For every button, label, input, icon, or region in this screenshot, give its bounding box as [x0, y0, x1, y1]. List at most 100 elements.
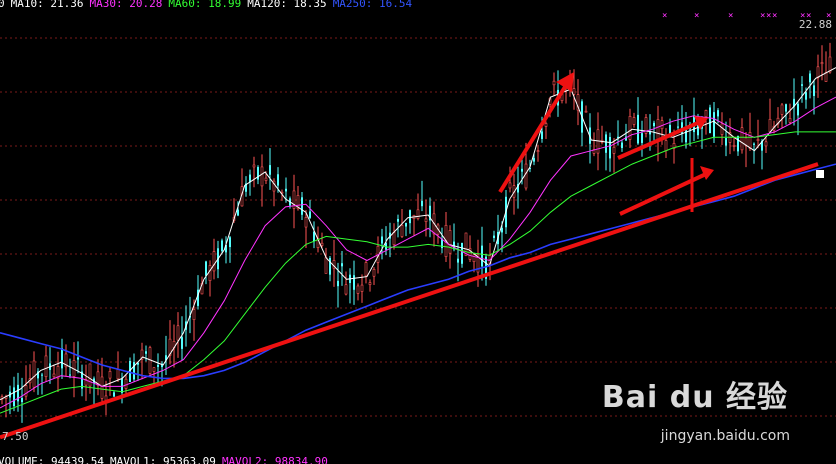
candle-body — [41, 374, 43, 376]
candle-body — [664, 140, 668, 152]
candle-body — [797, 103, 799, 116]
candle-body — [572, 88, 576, 95]
candle-body — [157, 364, 159, 367]
candle-body — [637, 114, 639, 144]
candle-body — [392, 231, 396, 246]
candle-body — [104, 395, 108, 401]
legend-ma120: MA120: 18.35 — [247, 0, 327, 10]
candle-body — [176, 325, 180, 341]
candle-body — [809, 73, 811, 83]
candle-body — [828, 56, 832, 73]
legend-prefix: 0 — [0, 0, 5, 10]
candle-body — [584, 110, 588, 113]
candle-body — [764, 141, 768, 147]
legend-ma250: MA250: 16.54 — [332, 0, 413, 10]
candle-body — [32, 360, 36, 388]
candle-body — [609, 136, 611, 159]
candle-body — [493, 235, 495, 239]
candle-body — [324, 257, 328, 274]
candle-body — [69, 374, 71, 376]
candle-body — [725, 138, 727, 146]
stock-chart: × × × × × × × × × 0 MA10: 21.36 MA30: 20.28 MA60: 1… — [0, 0, 836, 464]
candle-body — [785, 104, 787, 112]
event-marker: × — [760, 11, 765, 21]
candle-body — [632, 117, 636, 125]
candle-body — [457, 258, 459, 263]
candle-body — [77, 357, 79, 360]
candle-body — [192, 309, 196, 321]
price-high-label: 22.88 — [798, 18, 832, 31]
price-low-label: 7.50 — [2, 430, 29, 443]
candle-body — [304, 217, 308, 228]
ma-line-ma30 — [0, 96, 836, 409]
candle-body — [372, 268, 376, 277]
candle-body — [221, 240, 223, 251]
candle-body — [524, 163, 528, 189]
candle-body — [212, 251, 216, 272]
candle-body — [208, 265, 212, 281]
candle-body — [416, 209, 420, 219]
candle-body — [737, 136, 739, 152]
candle-body — [660, 120, 664, 130]
candle-body — [260, 166, 264, 187]
candle-body — [252, 164, 256, 168]
candle-body — [337, 280, 339, 287]
candle-body — [780, 104, 784, 115]
candle-body — [656, 119, 660, 141]
event-marker: × — [662, 11, 667, 21]
candle-body — [381, 236, 383, 244]
candle-body — [356, 285, 360, 294]
candle-body — [544, 123, 548, 127]
legend-ma30: MA30: 20.28 — [89, 0, 163, 10]
candle-body — [813, 85, 815, 96]
candle-body — [753, 143, 755, 145]
candle-body — [605, 134, 607, 153]
candle-body — [424, 218, 428, 222]
candle-body — [52, 373, 56, 378]
candle-body — [353, 275, 355, 290]
candle-body — [405, 222, 407, 227]
event-marker: × — [766, 11, 771, 21]
candle-body — [100, 376, 104, 399]
candle-body — [805, 92, 807, 100]
candle-body — [533, 158, 535, 162]
candle-body — [400, 224, 404, 237]
candle-body — [181, 337, 183, 349]
candle-body — [124, 378, 128, 389]
candle-body — [732, 145, 736, 147]
trendline-end-marker — [816, 170, 824, 178]
candle-body — [552, 80, 556, 86]
candle-body — [309, 211, 311, 218]
candle-body — [720, 123, 724, 135]
candle-body — [421, 200, 423, 207]
candle-body — [237, 209, 239, 216]
candle-body — [285, 188, 287, 192]
candle-body — [341, 263, 343, 267]
candle-body — [717, 110, 719, 117]
candle-body — [768, 118, 772, 133]
candle-body — [277, 174, 279, 186]
event-marker: × — [728, 11, 733, 21]
candle-body — [704, 110, 708, 118]
candle-body — [368, 282, 372, 285]
candle-body — [13, 387, 15, 407]
candle-body — [472, 254, 476, 262]
candle-body — [481, 245, 483, 267]
candle-body — [116, 369, 120, 380]
candle-body — [508, 182, 512, 189]
candle-body — [320, 242, 324, 246]
candle-body — [113, 392, 115, 397]
candle-body — [816, 66, 820, 79]
candle-body — [536, 150, 540, 152]
candle-body — [824, 72, 828, 82]
candle-body — [229, 237, 231, 247]
candle-body — [541, 131, 543, 139]
candle-body — [448, 230, 452, 254]
legend-ma10: MA10: 21.36 — [10, 0, 84, 10]
candle-body — [360, 284, 364, 292]
candle-body — [521, 168, 523, 172]
candle-body — [24, 385, 28, 397]
candle-body — [264, 177, 268, 181]
annotation-arrow — [498, 80, 570, 194]
candle-body — [145, 351, 147, 354]
